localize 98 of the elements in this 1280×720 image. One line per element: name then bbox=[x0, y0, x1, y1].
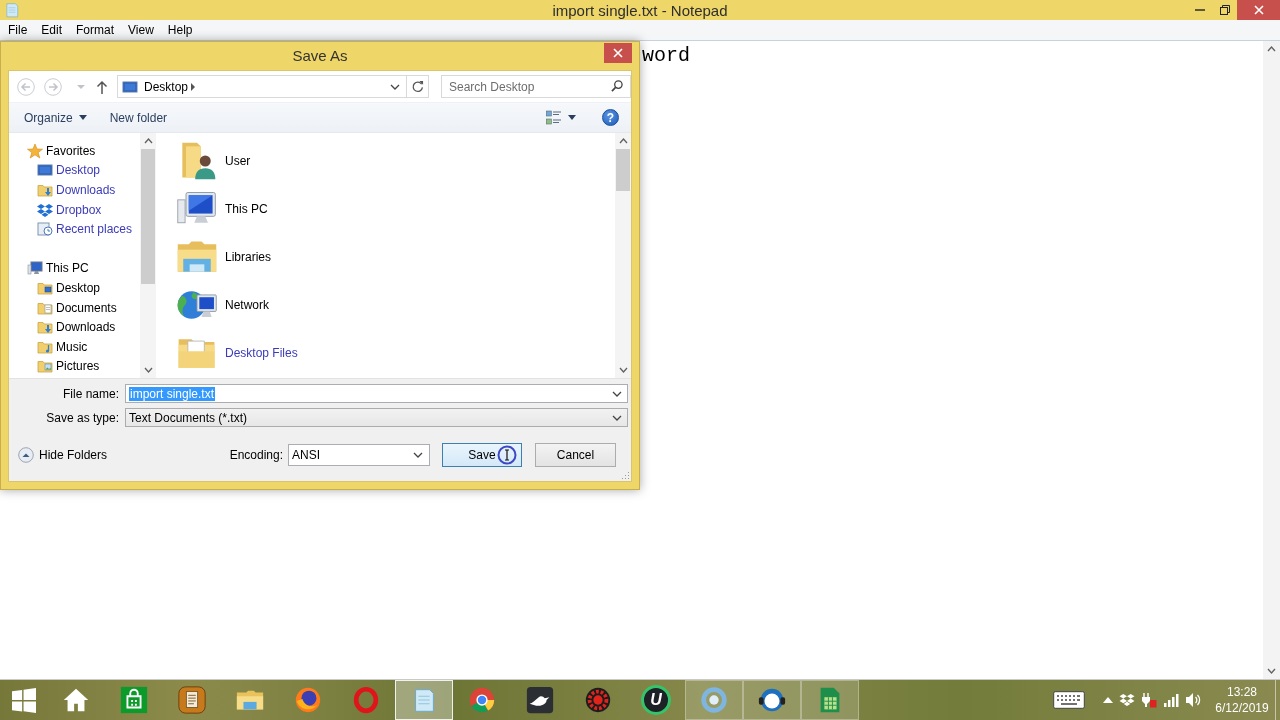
search-icon[interactable] bbox=[611, 80, 623, 92]
taskbar-button[interactable] bbox=[743, 680, 801, 720]
gear-icon bbox=[583, 685, 613, 715]
menu-item[interactable]: File bbox=[1, 20, 35, 40]
tree-item[interactable]: Music bbox=[9, 336, 140, 357]
caret-down-icon bbox=[77, 84, 85, 89]
menu-item[interactable]: Edit bbox=[34, 20, 70, 40]
caret-down-icon bbox=[78, 115, 87, 120]
diamond-box-icon[interactable] bbox=[1119, 693, 1135, 707]
save-button[interactable]: Save bbox=[442, 443, 522, 467]
tree-item[interactable]: Dropbox bbox=[9, 199, 140, 220]
caret-down-icon bbox=[568, 115, 576, 120]
signal-icon[interactable] bbox=[1163, 692, 1179, 708]
caret-up-icon[interactable] bbox=[1103, 697, 1113, 703]
explorer-item[interactable]: This PC bbox=[175, 185, 268, 233]
chevron-down-icon bbox=[612, 390, 622, 397]
explorer-item[interactable]: Libraries bbox=[175, 233, 272, 281]
ring-icon bbox=[351, 685, 381, 715]
view-list-icon bbox=[546, 110, 562, 125]
tree-item[interactable]: Downloads bbox=[9, 180, 140, 200]
speaker-icon[interactable] bbox=[1185, 692, 1201, 708]
hide-folders-button[interactable]: Hide Folders bbox=[18, 445, 108, 465]
help-button[interactable]: ? bbox=[602, 109, 619, 126]
bird-icon bbox=[525, 685, 555, 715]
search-field[interactable]: Search Desktop bbox=[441, 75, 631, 98]
circle-segments-icon bbox=[467, 685, 497, 715]
chevron-down-icon bbox=[612, 414, 622, 421]
organize-button[interactable]: Organize bbox=[24, 106, 87, 129]
address-bar[interactable]: Desktop bbox=[117, 75, 429, 98]
menu-item[interactable]: Help bbox=[160, 20, 200, 40]
desktop-icon bbox=[122, 80, 138, 93]
tree-item[interactable]: Documents bbox=[9, 297, 140, 318]
plug-icon[interactable] bbox=[1141, 692, 1157, 708]
explorer-item[interactable]: Network bbox=[175, 281, 269, 329]
close-button[interactable] bbox=[604, 43, 632, 63]
scroll-up-icon bbox=[1267, 46, 1276, 52]
globe-icon bbox=[293, 685, 323, 715]
tree-item[interactable]: Downloads bbox=[9, 317, 140, 337]
close-icon bbox=[1253, 5, 1264, 15]
minimize-icon bbox=[1194, 9, 1205, 11]
cursor-icon bbox=[497, 445, 517, 465]
scrollbar[interactable] bbox=[140, 133, 156, 378]
diamond-box-icon bbox=[37, 201, 53, 218]
tree-item[interactable]: Pictures bbox=[9, 356, 140, 377]
windows-logo-icon bbox=[11, 687, 36, 713]
explorer-item[interactable]: Desktop Files bbox=[175, 329, 298, 377]
refresh-icon bbox=[411, 80, 424, 93]
chevron-down-icon[interactable] bbox=[390, 83, 400, 90]
shopping-bag-icon bbox=[119, 685, 149, 715]
star-icon bbox=[27, 142, 43, 159]
collapse-icon bbox=[18, 447, 34, 463]
scroll-down-icon bbox=[143, 367, 153, 373]
document-stack-icon bbox=[177, 685, 207, 715]
clock-time[interactable]: 13:28 bbox=[1227, 684, 1257, 700]
scrollbar-thumb[interactable] bbox=[616, 149, 630, 191]
new-folder-button[interactable]: New folder bbox=[109, 106, 168, 129]
tree-item[interactable]: Favorites bbox=[9, 141, 140, 161]
encoding-dropdown[interactable]: ANSI bbox=[288, 444, 430, 466]
scrollbar[interactable] bbox=[615, 133, 631, 378]
taskbar-button[interactable]: U bbox=[627, 680, 685, 720]
window-title: import single.txt - Notepad bbox=[552, 1, 728, 19]
tree-item[interactable]: Recent places bbox=[9, 219, 140, 239]
up-arrow-icon bbox=[96, 79, 108, 94]
encoding-label: Encoding: bbox=[229, 448, 283, 462]
scrollbar[interactable] bbox=[1263, 41, 1280, 679]
scroll-up-icon bbox=[143, 138, 153, 144]
desktop-icon bbox=[37, 162, 53, 179]
clock-date[interactable]: 6/12/2019 bbox=[1215, 700, 1269, 716]
cancel-button[interactable]: Cancel bbox=[535, 443, 616, 467]
resize-grip-icon[interactable] bbox=[621, 471, 630, 480]
recent-places-icon bbox=[37, 221, 53, 238]
scrollbar-thumb[interactable] bbox=[141, 149, 155, 284]
editor-text: word bbox=[642, 44, 690, 67]
computer-icon bbox=[27, 260, 43, 277]
tree-item[interactable]: Desktop bbox=[9, 160, 140, 181]
menu-item[interactable]: Format bbox=[69, 20, 122, 40]
picture-folder-icon bbox=[37, 358, 53, 375]
save-as-type-dropdown[interactable]: Text Documents (*.txt) bbox=[125, 408, 628, 427]
tree-item[interactable]: This PC bbox=[9, 258, 140, 279]
chevron-down-icon bbox=[413, 452, 423, 458]
download-folder-icon bbox=[37, 182, 53, 198]
tree-item[interactable]: Desktop bbox=[9, 278, 140, 298]
explorer-item[interactable]: User bbox=[175, 137, 251, 185]
notepad-icon bbox=[4, 2, 20, 18]
save-as-type-label: Save as type: bbox=[45, 410, 119, 425]
menu-item[interactable]: View bbox=[121, 20, 161, 40]
breadcrumb[interactable]: Desktop bbox=[142, 79, 192, 94]
file-name-label: File name: bbox=[61, 386, 119, 401]
dialog-title: Save As bbox=[292, 46, 348, 66]
scroll-down-icon bbox=[618, 367, 628, 373]
download-folder-icon bbox=[37, 319, 53, 336]
scroll-down-icon bbox=[1267, 668, 1276, 674]
chevron-right-icon[interactable] bbox=[191, 82, 196, 91]
scroll-up-icon bbox=[618, 138, 628, 144]
restore-icon bbox=[1219, 5, 1230, 15]
close-icon bbox=[613, 48, 623, 58]
ring-icon bbox=[699, 685, 729, 715]
keyboard-icon[interactable] bbox=[1053, 691, 1085, 709]
